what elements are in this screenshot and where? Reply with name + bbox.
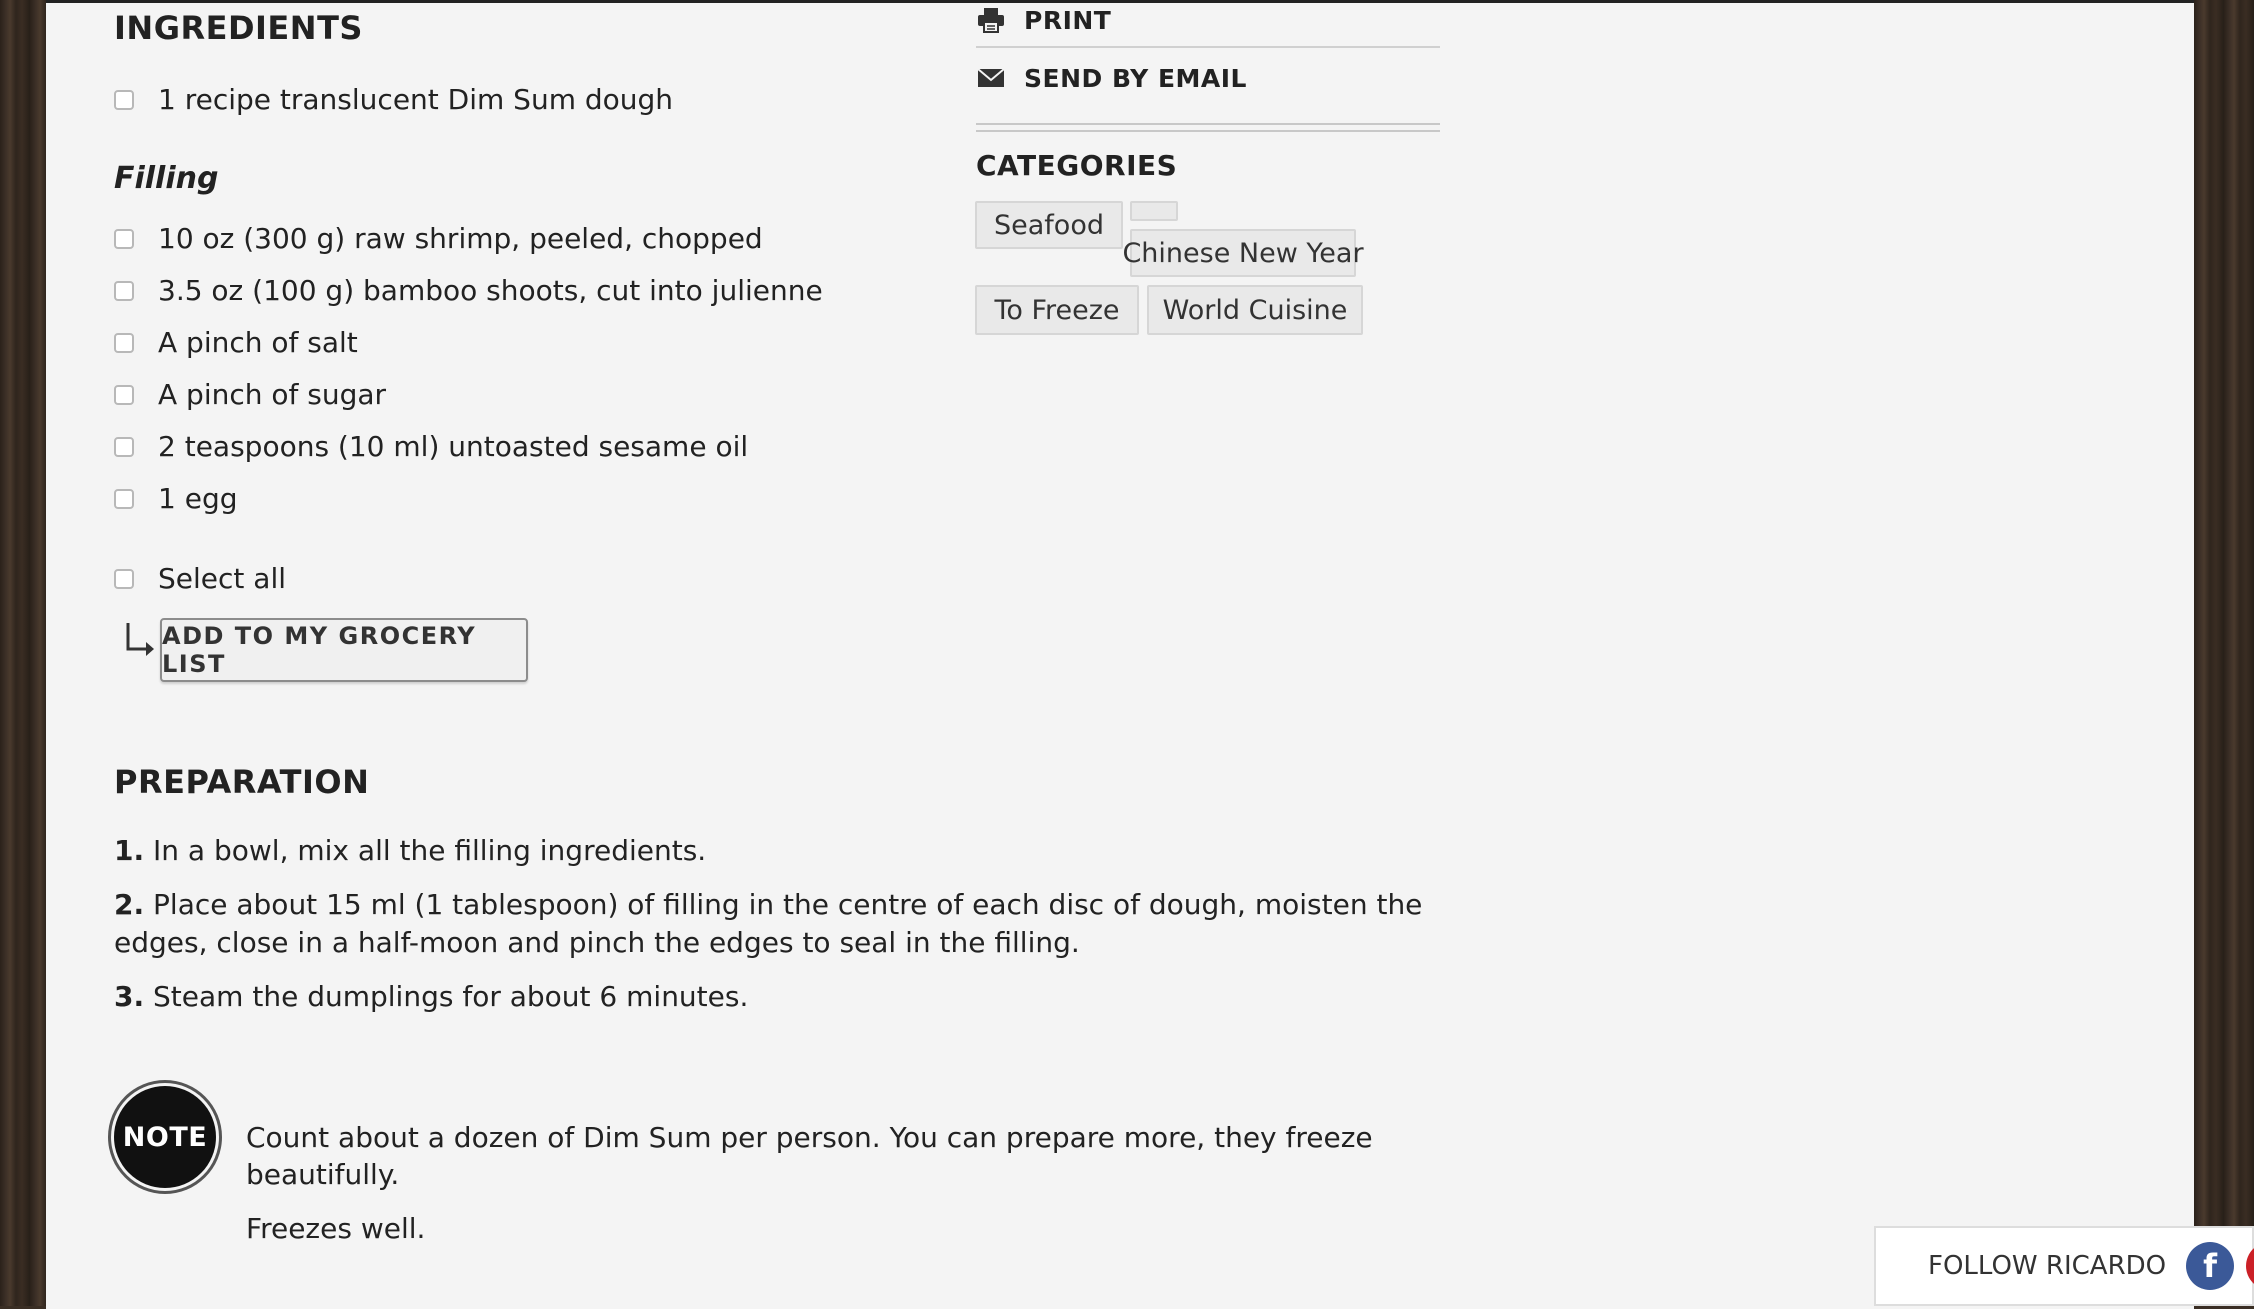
sidebar-double-divider <box>976 123 1440 132</box>
print-label: PRINT <box>1024 5 1112 35</box>
ingredient-item[interactable]: 3.5 oz (100 g) bamboo shoots, cut into j… <box>114 274 823 307</box>
ingredient-item[interactable]: 1 egg <box>114 482 238 515</box>
ingredient-checkbox[interactable] <box>114 228 134 249</box>
note-freezes-well: Freezes well. <box>246 1212 426 1245</box>
preparation-step: 2. Place about 15 ml (1 tablespoon) of f… <box>114 886 1474 962</box>
left-wood-border <box>0 0 46 1306</box>
send-by-email-link[interactable]: SEND BY EMAIL <box>976 61 1247 95</box>
filling-subheading: Filling <box>114 161 219 196</box>
category-tag-empty[interactable] <box>1130 201 1178 221</box>
ingredient-item[interactable]: 2 teaspoons (10 ml) untoasted sesame oil <box>114 430 748 463</box>
preparation-step: 3. Steam the dumplings for about 6 minut… <box>114 978 1474 1016</box>
ingredient-item[interactable]: 1 recipe translucent Dim Sum dough <box>114 83 673 116</box>
follow-label: FOLLOW RICARDO <box>1928 1251 2167 1281</box>
ingredient-checkbox[interactable] <box>114 332 134 353</box>
ingredient-label: 3.5 oz (100 g) bamboo shoots, cut into j… <box>158 274 823 307</box>
step-text: In a bowl, mix all the filling ingredien… <box>153 834 707 867</box>
categories-title: CATEGORIES <box>976 149 1178 182</box>
category-tag-to-freeze[interactable]: To Freeze <box>975 285 1139 335</box>
ingredient-label: A pinch of salt <box>158 326 358 359</box>
category-tag-seafood[interactable]: Seafood <box>975 201 1123 249</box>
pinterest-icon[interactable]: P <box>2246 1242 2254 1290</box>
preparation-title: PREPARATION <box>114 763 370 801</box>
print-link[interactable]: PRINT <box>976 3 1111 37</box>
ingredient-item[interactable]: A pinch of sugar <box>114 378 386 411</box>
note-badge: NOTE <box>114 1086 216 1188</box>
ingredient-label: 1 recipe translucent Dim Sum dough <box>158 83 674 116</box>
category-tag-chinese-new-year[interactable]: Chinese New Year <box>1122 229 1364 277</box>
printer-icon <box>976 7 1006 33</box>
envelope-icon <box>976 65 1006 91</box>
ingredient-checkbox[interactable] <box>114 384 134 405</box>
ingredient-label: 1 egg <box>158 482 238 515</box>
select-all-checkbox[interactable] <box>114 568 134 589</box>
add-to-grocery-list-button[interactable]: ADD TO MY GROCERY LIST <box>160 618 528 682</box>
ingredient-checkbox[interactable] <box>114 436 134 457</box>
category-tag-world-cuisine[interactable]: World Cuisine <box>1147 285 1363 335</box>
ingredient-label: 2 teaspoons (10 ml) untoasted sesame oil <box>158 430 749 463</box>
select-all-label: Select all <box>158 562 286 595</box>
ingredient-item[interactable]: 10 oz (300 g) raw shrimp, peeled, choppe… <box>114 222 763 255</box>
step-text: Steam the dumplings for about 6 minutes. <box>153 980 749 1013</box>
arrow-down-right-icon <box>124 621 158 657</box>
sidebar-divider <box>976 46 1440 48</box>
facebook-letter: f <box>2203 1247 2218 1285</box>
facebook-icon[interactable]: f <box>2186 1242 2235 1290</box>
step-number: 1. <box>114 834 145 867</box>
recipe-page: INGREDIENTS 1 recipe translucent Dim Sum… <box>46 0 2194 1309</box>
ingredients-title: INGREDIENTS <box>114 9 363 47</box>
ingredient-checkbox[interactable] <box>114 89 134 110</box>
step-number: 3. <box>114 980 145 1013</box>
email-label: SEND BY EMAIL <box>1024 63 1247 93</box>
ingredient-label: A pinch of sugar <box>158 378 387 411</box>
select-all[interactable]: Select all <box>114 562 286 595</box>
right-wood-border <box>2194 0 2254 1306</box>
ingredient-label: 10 oz (300 g) raw shrimp, peeled, choppe… <box>158 222 763 255</box>
ingredient-checkbox[interactable] <box>114 488 134 509</box>
step-text: Place about 15 ml (1 tablespoon) of fill… <box>114 888 1423 959</box>
follow-ricardo-bar: FOLLOW RICARDO f P <box>1874 1226 2254 1306</box>
step-number: 2. <box>114 888 145 921</box>
ingredient-item[interactable]: A pinch of salt <box>114 326 358 359</box>
note-text: Count about a dozen of Dim Sum per perso… <box>246 1121 1373 1191</box>
preparation-step: 1. In a bowl, mix all the filling ingred… <box>114 832 1474 870</box>
ingredient-checkbox[interactable] <box>114 280 134 301</box>
